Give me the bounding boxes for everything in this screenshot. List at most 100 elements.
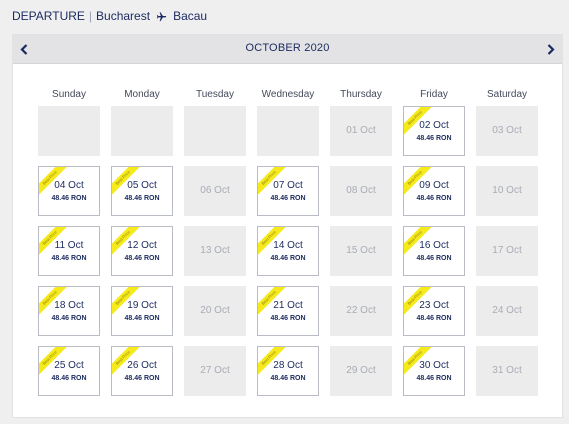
day-date: 30 Oct	[419, 360, 449, 371]
available-day-cell[interactable]: Best Price 30 Oct 48.46 RON	[403, 346, 465, 396]
day-price: 48.46 RON	[416, 255, 452, 262]
next-month-button[interactable]	[540, 35, 562, 64]
available-day-cell[interactable]: Best Price 28 Oct 48.46 RON	[257, 346, 319, 396]
day-price: 48.46 RON	[51, 255, 87, 262]
day-price: 48.46 RON	[416, 375, 452, 382]
weekday-wednesday: Wednesday	[261, 89, 315, 100]
day-date: 23 Oct	[419, 300, 449, 311]
day-date: 25 Oct	[54, 360, 84, 371]
empty-day-cell	[184, 106, 246, 156]
day-date: 19 Oct	[127, 300, 157, 311]
day-date: 11 Oct	[54, 240, 84, 251]
day-date: 28 Oct	[273, 360, 303, 371]
available-day-cell[interactable]: Best Price 19 Oct 48.46 RON	[111, 286, 173, 336]
weekday-tuesday: Tuesday	[196, 89, 234, 100]
route-header: DEPARTURE | Bucharest Bacau	[12, 9, 207, 23]
day-date: 17 Oct	[492, 245, 522, 256]
route-separator: |	[88, 9, 93, 23]
chevron-right-icon	[547, 44, 555, 55]
weekday-friday: Friday	[420, 89, 448, 100]
available-day-cell[interactable]: Best Price 14 Oct 48.46 RON	[257, 226, 319, 276]
month-header: OCTOBER 2020	[13, 35, 562, 64]
airplane-icon	[156, 11, 167, 22]
unavailable-day-cell: 20 Oct	[184, 286, 246, 336]
unavailable-day-cell: 27 Oct	[184, 346, 246, 396]
available-day-cell[interactable]: Best Price 18 Oct 48.46 RON	[38, 286, 100, 336]
day-price: 48.46 RON	[51, 315, 87, 322]
available-day-cell[interactable]: Best Price 04 Oct 48.46 RON	[38, 166, 100, 216]
empty-day-cell	[257, 106, 319, 156]
day-date: 31 Oct	[492, 365, 522, 376]
day-price: 48.46 RON	[124, 375, 160, 382]
unavailable-day-cell: 22 Oct	[330, 286, 392, 336]
day-date: 10 Oct	[492, 185, 522, 196]
day-price: 48.46 RON	[124, 315, 160, 322]
day-date: 03 Oct	[492, 125, 522, 136]
available-day-cell[interactable]: Best Price 16 Oct 48.46 RON	[403, 226, 465, 276]
empty-day-cell	[38, 106, 100, 156]
day-date: 02 Oct	[419, 120, 449, 131]
day-price: 48.46 RON	[416, 195, 452, 202]
day-date: 26 Oct	[127, 360, 157, 371]
day-date: 15 Oct	[346, 245, 376, 256]
day-price: 48.46 RON	[51, 375, 87, 382]
day-date: 05 Oct	[127, 180, 157, 191]
unavailable-day-cell: 13 Oct	[184, 226, 246, 276]
calendar-panel: OCTOBER 2020 Sunday Monday Tuesday Wednesda…	[12, 34, 563, 418]
day-price: 48.46 RON	[270, 375, 306, 382]
day-date: 06 Oct	[200, 185, 230, 196]
unavailable-day-cell: 08 Oct	[330, 166, 392, 216]
day-price: 48.46 RON	[124, 195, 160, 202]
available-day-cell[interactable]: Best Price 23 Oct 48.46 RON	[403, 286, 465, 336]
unavailable-day-cell: 31 Oct	[476, 346, 538, 396]
available-day-cell[interactable]: Best Price 07 Oct 48.46 RON	[257, 166, 319, 216]
day-date: 01 Oct	[346, 125, 376, 136]
day-date: 18 Oct	[54, 300, 84, 311]
available-day-cell[interactable]: Best Price 21 Oct 48.46 RON	[257, 286, 319, 336]
weekday-saturday: Saturday	[486, 89, 528, 100]
unavailable-day-cell: 10 Oct	[476, 166, 538, 216]
direction-label: DEPARTURE	[12, 9, 85, 23]
day-date: 09 Oct	[419, 180, 449, 191]
weekday-thursday: Thursday	[340, 89, 382, 100]
day-date: 04 Oct	[54, 180, 84, 191]
day-price: 48.46 RON	[270, 315, 306, 322]
day-date: 29 Oct	[346, 365, 376, 376]
unavailable-day-cell: 01 Oct	[330, 106, 392, 156]
available-day-cell[interactable]: Best Price 05 Oct 48.46 RON	[111, 166, 173, 216]
weekday-sunday: Sunday	[52, 89, 86, 100]
available-day-cell[interactable]: Best Price 25 Oct 48.46 RON	[38, 346, 100, 396]
day-price: 48.46 RON	[124, 255, 160, 262]
day-date: 07 Oct	[273, 180, 303, 191]
day-price: 48.46 RON	[51, 195, 87, 202]
empty-day-cell	[111, 106, 173, 156]
day-date: 27 Oct	[200, 365, 230, 376]
day-date: 13 Oct	[200, 245, 230, 256]
day-date: 14 Oct	[273, 240, 303, 251]
day-date: 08 Oct	[346, 185, 376, 196]
unavailable-day-cell: 06 Oct	[184, 166, 246, 216]
destination-city: Bacau	[173, 9, 208, 23]
unavailable-day-cell: 17 Oct	[476, 226, 538, 276]
month-title: OCTOBER 2020	[245, 42, 330, 54]
available-day-cell[interactable]: Best Price 09 Oct 48.46 RON	[403, 166, 465, 216]
unavailable-day-cell: 15 Oct	[330, 226, 392, 276]
available-day-cell[interactable]: Best Price 02 Oct 48.46 RON	[403, 106, 465, 156]
unavailable-day-cell: 03 Oct	[476, 106, 538, 156]
day-price: 48.46 RON	[416, 135, 452, 142]
day-price: 48.46 RON	[270, 195, 306, 202]
day-price: 48.46 RON	[416, 315, 452, 322]
day-date: 22 Oct	[346, 305, 376, 316]
origin-city: Bucharest	[96, 9, 151, 23]
day-date: 16 Oct	[419, 240, 449, 251]
available-day-cell[interactable]: Best Price 11 Oct 48.46 RON	[38, 226, 100, 276]
day-date: 24 Oct	[492, 305, 522, 316]
available-day-cell[interactable]: Best Price 12 Oct 48.46 RON	[111, 226, 173, 276]
unavailable-day-cell: 24 Oct	[476, 286, 538, 336]
day-date: 21 Oct	[273, 300, 303, 311]
day-date: 20 Oct	[200, 305, 230, 316]
unavailable-day-cell: 29 Oct	[330, 346, 392, 396]
available-day-cell[interactable]: Best Price 26 Oct 48.46 RON	[111, 346, 173, 396]
day-date: 12 Oct	[127, 240, 157, 251]
day-price: 48.46 RON	[270, 255, 306, 262]
